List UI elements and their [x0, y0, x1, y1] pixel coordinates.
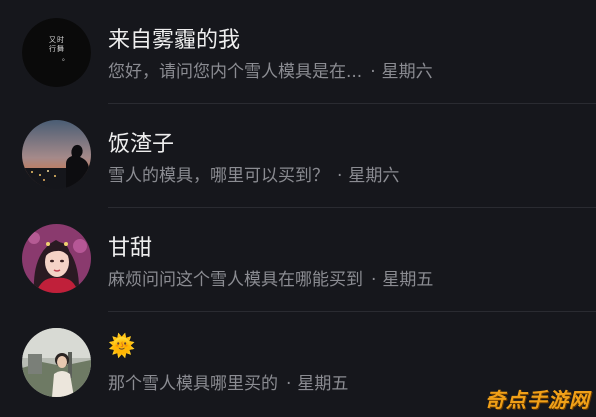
avatar-char: 又	[49, 36, 56, 44]
message-text: 雪人的模具，哪里可以买到？	[108, 166, 329, 186]
city-night-icon	[22, 120, 91, 189]
girl-portrait-avatar[interactable]	[22, 224, 91, 293]
contact-name: 饭渣子	[108, 132, 175, 157]
avatar-char: 行	[49, 44, 56, 53]
contact-name: 🌞	[108, 334, 136, 359]
message-text: 那个雪人模具哪里买的	[108, 374, 278, 394]
portrait-icon	[22, 224, 91, 293]
message-time: 星期五	[382, 270, 434, 290]
message-text: 您好，请问您内个雪人模具是在...	[108, 62, 363, 82]
message-preview: 麻烦问问这个雪人模具在哪能买到 · 星期五	[108, 265, 433, 290]
message-preview: 那个雪人模具哪里买的 · 星期五	[108, 369, 348, 394]
calligraphy-avatar[interactable]: 又 时 行 舞 。	[22, 18, 91, 87]
avatar-char: 时	[57, 35, 64, 44]
calligraphy-icon: 又 时 行 舞 。	[22, 18, 91, 87]
message-time: 星期六	[381, 62, 433, 82]
separator-dot: ·	[337, 166, 343, 186]
separator-dot: ·	[370, 62, 376, 82]
separator-dot: ·	[371, 270, 377, 290]
message-time: 星期六	[348, 166, 400, 186]
contact-name: 甘甜	[108, 236, 153, 261]
contact-name: 来自雾霾的我	[108, 28, 241, 53]
message-time: 星期五	[297, 374, 349, 394]
city-night-silhouette-avatar[interactable]	[22, 120, 91, 189]
separator-dot: ·	[286, 374, 292, 394]
site-watermark: 奇点手游网	[485, 388, 590, 412]
conversation-item[interactable]: 饭渣子 雪人的模具，哪里可以买到？ · 星期六	[0, 104, 596, 208]
outdoor-person-avatar[interactable]	[22, 328, 91, 397]
avatar-char: 。	[62, 54, 69, 62]
outdoor-icon	[22, 328, 91, 397]
conversation-item[interactable]: 又 时 行 舞 。 来自雾霾的我 您好，请问您内个雪人模具是在... · 星期六	[0, 0, 596, 104]
conversation-item[interactable]: 甘甜 麻烦问问这个雪人模具在哪能买到 · 星期五	[0, 208, 596, 312]
message-text: 麻烦问问这个雪人模具在哪能买到	[108, 270, 363, 290]
message-preview: 您好，请问您内个雪人模具是在... · 星期六	[108, 57, 433, 82]
message-preview: 雪人的模具，哪里可以买到？ · 星期六	[108, 161, 399, 186]
avatar-char: 舞	[57, 44, 64, 53]
